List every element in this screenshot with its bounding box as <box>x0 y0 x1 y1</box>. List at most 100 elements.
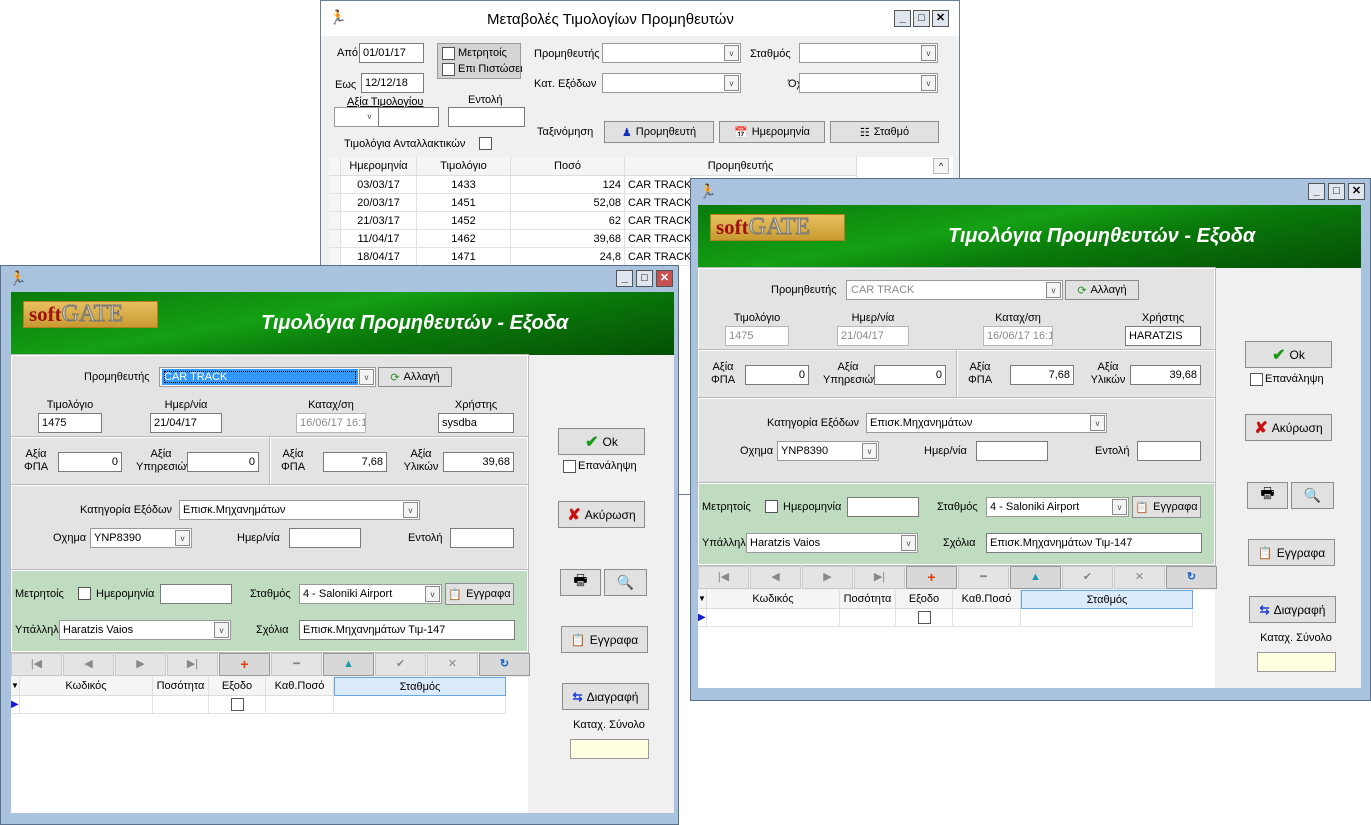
cash-checkbox[interactable] <box>765 500 778 513</box>
notes-input[interactable]: Επισκ.Μηχανημάτων Τιμ-147 <box>986 533 1202 553</box>
date3-input[interactable] <box>847 497 919 517</box>
invoice-input[interactable]: 1475 <box>725 326 789 346</box>
close-button[interactable]: ✕ <box>932 10 949 27</box>
column-header-net-amount[interactable]: Καθ.Ποσό <box>953 590 1021 609</box>
cell-code[interactable] <box>20 696 153 714</box>
cell-invoice[interactable]: 1471 <box>417 248 511 266</box>
cell-date[interactable]: 18/04/17 <box>341 248 417 266</box>
cell-invoice[interactable]: 1451 <box>417 194 511 212</box>
vat-input-1[interactable]: 0 <box>58 452 122 472</box>
order-input[interactable] <box>450 528 514 548</box>
invoice-value-input[interactable] <box>378 107 439 127</box>
cell-quantity[interactable] <box>840 609 896 627</box>
column-header-quantity[interactable]: Ποσότητα <box>153 677 209 696</box>
scroll-up-button[interactable]: ^ <box>933 158 949 174</box>
title-bar[interactable]: 🏃 Μεταβολές Τιμολογίων Προμηθευτών _ □ ✕ <box>321 1 959 36</box>
print-preview-button[interactable]: 🔍 <box>604 569 647 596</box>
category-combo[interactable]: Επισκ.Μηχανημάτων v <box>179 500 420 520</box>
chevron-down-icon[interactable]: v <box>403 502 418 518</box>
category-combo[interactable]: Επισκ.Μηχανημάτων v <box>866 413 1107 433</box>
vat-input-2[interactable]: 7,68 <box>323 452 387 472</box>
cell-amount[interactable]: 62 <box>511 212 625 230</box>
sort-by-station-button[interactable]: ☷ Σταθμό <box>830 121 939 143</box>
column-header-quantity[interactable]: Ποσότητα <box>840 590 896 609</box>
delete-record-button[interactable]: ━ <box>271 653 322 676</box>
chevron-down-icon[interactable]: v <box>425 586 440 602</box>
edit-record-button[interactable]: ▲ <box>323 653 374 676</box>
close-button[interactable]: ✕ <box>1348 183 1365 200</box>
services-input[interactable]: 0 <box>874 365 946 385</box>
minimize-button[interactable]: _ <box>616 270 633 287</box>
cancel-button[interactable]: ✘ Ακύρωση <box>1245 414 1332 441</box>
invoice-input[interactable]: 1475 <box>38 413 102 433</box>
column-header-supplier[interactable]: Προμηθευτής <box>625 157 857 176</box>
cell-date[interactable]: 11/04/17 <box>341 230 417 248</box>
column-header-station[interactable]: Σταθμός <box>334 677 506 696</box>
chevron-down-icon[interactable]: v <box>1090 415 1105 431</box>
cell-net-amount[interactable] <box>953 609 1021 627</box>
cancel-record-button[interactable]: ✕ <box>427 653 478 676</box>
print-button[interactable]: 🖶 <box>1247 482 1288 509</box>
vat-input-2[interactable]: 7,68 <box>1010 365 1074 385</box>
documents-button[interactable]: 📋 Εγγραφα <box>1248 539 1335 566</box>
change-supplier-button[interactable]: ⟳ Αλλαγή <box>1065 280 1139 300</box>
cash-checkbox[interactable] <box>442 47 455 60</box>
vehicle-combo[interactable]: YNP8390 v <box>90 528 192 548</box>
close-button[interactable]: ✕ <box>656 270 673 287</box>
chevron-down-icon[interactable]: v <box>1046 282 1061 298</box>
date3-input[interactable] <box>160 584 232 604</box>
items-grid[interactable]: ▼ Κωδικός Ποσότητα Εξοδο Καθ.Ποσό Σταθμό… <box>11 677 528 813</box>
maximize-button[interactable]: □ <box>913 10 930 27</box>
cancel-button[interactable]: ✘ Ακύρωση <box>558 501 645 528</box>
column-header-invoice[interactable]: Τιμολόγιο <box>417 157 511 176</box>
prior-record-button[interactable]: ◀ <box>63 653 114 676</box>
station-documents-button[interactable]: 📋 Εγγραφα <box>445 583 514 605</box>
date-input[interactable]: 21/04/17 <box>150 413 222 433</box>
vat-input-1[interactable]: 0 <box>745 365 809 385</box>
cell-station[interactable] <box>1021 609 1193 627</box>
supplier-combo[interactable]: v <box>602 43 741 63</box>
minimize-button[interactable]: _ <box>894 10 911 27</box>
column-header-expense[interactable]: Εξοδο <box>896 590 953 609</box>
edit-record-button[interactable]: ▲ <box>1010 566 1061 589</box>
station-combo[interactable]: v <box>799 43 938 63</box>
cell-expense[interactable] <box>209 696 266 714</box>
column-header-station[interactable]: Σταθμός <box>1021 590 1193 609</box>
cell-code[interactable] <box>707 609 840 627</box>
cell-expense[interactable] <box>896 609 953 627</box>
chevron-down-icon[interactable]: v <box>1112 499 1127 515</box>
delete-record-button[interactable]: ━ <box>958 566 1009 589</box>
supplier-combo[interactable]: CAR TRACK v <box>159 367 376 387</box>
materials-input[interactable]: 39,68 <box>1130 365 1201 385</box>
prior-record-button[interactable]: ◀ <box>750 566 801 589</box>
cell-amount[interactable]: 124 <box>511 176 625 194</box>
chevron-down-icon[interactable]: v <box>362 109 377 125</box>
cell-station[interactable] <box>334 696 506 714</box>
chevron-down-icon[interactable]: v <box>862 443 877 459</box>
first-record-button[interactable]: |◀ <box>698 566 749 589</box>
station-combo[interactable]: 4 - Saloniki Airport v <box>986 497 1129 517</box>
refresh-button[interactable]: ↻ <box>479 653 530 676</box>
column-header-date[interactable]: Ημερομηνία <box>341 157 417 176</box>
insert-record-button[interactable]: + <box>906 566 957 589</box>
cancel-record-button[interactable]: ✕ <box>1114 566 1165 589</box>
repeat-checkbox[interactable] <box>563 460 576 473</box>
cell-invoice[interactable]: 1462 <box>417 230 511 248</box>
cell-date[interactable]: 20/03/17 <box>341 194 417 212</box>
date2-input[interactable] <box>289 528 361 548</box>
items-grid[interactable]: ▼ Κωδικός Ποσότητα Εξοδο Καθ.Ποσό Σταθμό… <box>698 590 1215 688</box>
cell-date[interactable]: 21/03/17 <box>341 212 417 230</box>
print-preview-button[interactable]: 🔍 <box>1291 482 1334 509</box>
cell-amount[interactable]: 52,08 <box>511 194 625 212</box>
cell-invoice[interactable]: 1433 <box>417 176 511 194</box>
cash-checkbox[interactable] <box>78 587 91 600</box>
chevron-down-icon[interactable]: v <box>359 369 374 385</box>
ok-button[interactable]: ✔ Ok <box>558 428 645 455</box>
next-record-button[interactable]: ▶ <box>802 566 853 589</box>
documents-button[interactable]: 📋 Εγγραφα <box>561 626 648 653</box>
chevron-down-icon[interactable]: v <box>214 622 229 638</box>
maximize-button[interactable]: □ <box>636 270 653 287</box>
chevron-down-icon[interactable]: v <box>901 535 916 551</box>
column-header-code[interactable]: Κωδικός <box>707 590 840 609</box>
credit-checkbox[interactable] <box>442 63 455 76</box>
